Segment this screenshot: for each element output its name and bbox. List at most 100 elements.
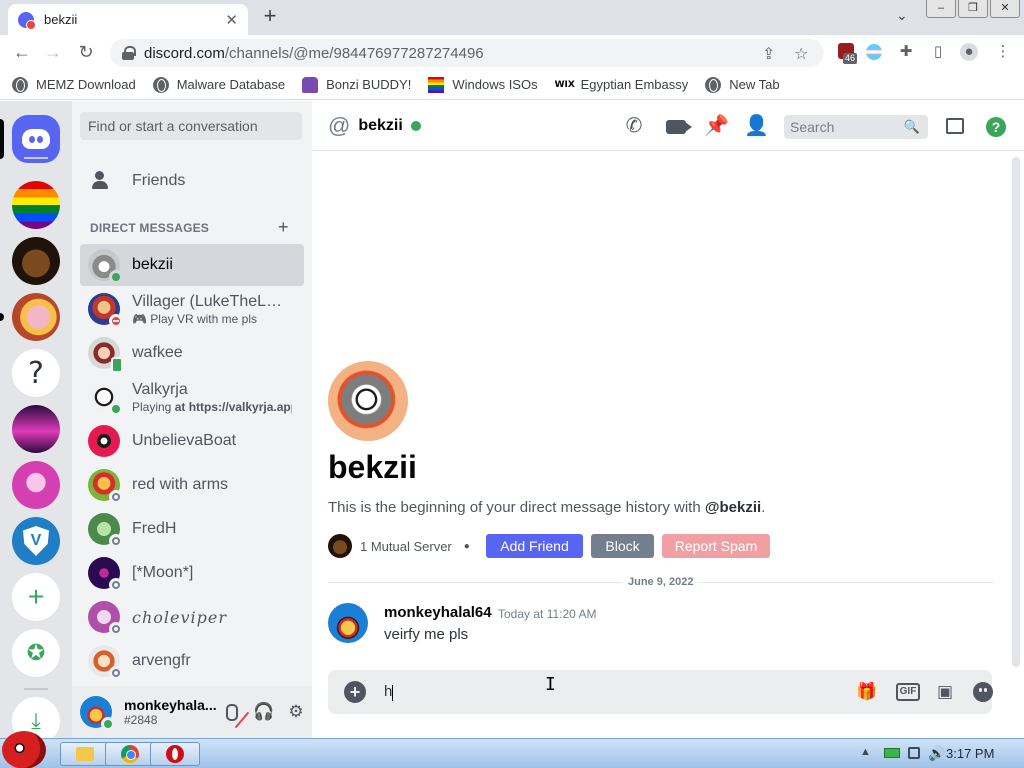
- dm-custom-status: 🎮 Play VR with me pls: [132, 312, 292, 326]
- bookmark-star-icon[interactable]: ☆: [794, 44, 808, 64]
- bookmark-bonzi[interactable]: Bonzi BUDDY!: [302, 76, 411, 93]
- network-icon[interactable]: [908, 747, 920, 759]
- friends-label: Friends: [132, 172, 186, 189]
- back-arrow-icon[interactable]: ←: [9, 39, 35, 65]
- server-neon[interactable]: [12, 405, 60, 453]
- server-rail: ? V + ✪ ⤓: [0, 101, 72, 745]
- dm-item-unbelievaboat[interactable]: UnbelievaBoat: [80, 420, 304, 462]
- dm-item-bekzii[interactable]: bekzii: [80, 244, 304, 286]
- browser-tab[interactable]: bekzii ✕: [8, 4, 248, 35]
- gamepad-icon: 🎮: [132, 311, 151, 326]
- profile-avatar-icon[interactable]: ●: [960, 43, 978, 61]
- bookmark-memz[interactable]: MEMZ Download: [12, 76, 136, 93]
- dm-name: arvengfr: [132, 652, 191, 669]
- trans-flag-extension-icon[interactable]: [866, 44, 882, 60]
- server-fnaf[interactable]: [12, 237, 60, 285]
- mute-microphone-button[interactable]: [216, 696, 248, 728]
- mutual-servers-link[interactable]: 1 Mutual Server ●: [328, 534, 482, 558]
- dm-item-arvengfr[interactable]: arvengfr: [80, 640, 304, 682]
- inbox-icon[interactable]: [946, 118, 964, 134]
- chrome-icon: [121, 745, 139, 763]
- dm-item-wafkee[interactable]: wafkee: [80, 332, 304, 374]
- side-panel-icon[interactable]: ▯: [929, 43, 947, 61]
- taskbar-opera[interactable]: [150, 742, 200, 766]
- gift-icon[interactable]: 🎁: [856, 682, 878, 702]
- block-button[interactable]: Block: [591, 534, 654, 558]
- dm-item-choleviper[interactable]: choleviper: [80, 596, 304, 638]
- taskbar-explorer[interactable]: [60, 742, 110, 766]
- lock-icon: [122, 46, 136, 60]
- server-question[interactable]: ?: [12, 349, 60, 397]
- message-author[interactable]: monkeyhalal64: [384, 604, 492, 621]
- server-pride[interactable]: [12, 181, 60, 229]
- dm-name: wafkee: [132, 344, 183, 361]
- volume-icon[interactable]: 🔊: [928, 745, 945, 762]
- dm-item-villager[interactable]: Villager (LukeTheLPS... 🎮 Play VR with me…: [80, 288, 304, 330]
- restore-button[interactable]: ❐: [958, 0, 988, 18]
- home-button[interactable]: [12, 115, 60, 163]
- start-button-angry-bird-icon[interactable]: [2, 731, 46, 768]
- dm-item-valkyrja[interactable]: Valkyrja Playing at https://valkyrja.app: [80, 376, 304, 418]
- add-friends-to-dm-icon[interactable]: 👤: [744, 114, 769, 138]
- find-conversation-button[interactable]: Find or start a conversation: [80, 112, 302, 140]
- deafen-headphones-button[interactable]: 🎧: [248, 696, 280, 728]
- upload-plus-icon[interactable]: +: [344, 681, 366, 703]
- message-author-avatar[interactable]: [328, 603, 368, 643]
- gif-button[interactable]: GIF: [896, 683, 920, 701]
- offline-status-icon: [109, 666, 123, 680]
- add-friend-button[interactable]: Add Friend: [486, 534, 583, 558]
- server-pink[interactable]: [12, 461, 60, 509]
- taskbar-chrome[interactable]: [105, 742, 155, 766]
- bookmark-windows-isos[interactable]: Windows ISOs: [428, 76, 538, 93]
- bookmark-egyptian-embassy[interactable]: WIX Egyptian Embassy: [555, 77, 689, 92]
- share-icon[interactable]: ⇪: [762, 44, 775, 64]
- avatar: [88, 557, 123, 592]
- tab-search-chevron-icon[interactable]: ⌄: [896, 7, 908, 24]
- explore-servers-compass-icon[interactable]: ✪: [12, 629, 60, 677]
- forward-arrow-icon[interactable]: →: [40, 39, 66, 65]
- chat-header-name: bekzii: [358, 116, 403, 134]
- message-input[interactable]: h: [384, 683, 824, 701]
- user-settings-button[interactable]: ⚙: [280, 696, 312, 728]
- chrome-menu-icon[interactable]: ⋮: [994, 43, 1012, 61]
- chat-scrollbar[interactable]: [1012, 157, 1020, 667]
- extensions-puzzle-icon[interactable]: ✚: [897, 43, 915, 61]
- activity-name: at https://valkyrja.app: [174, 399, 292, 414]
- address-bar[interactable]: discord.com/channels/@me/984476977287274…: [110, 39, 824, 67]
- ublock-extension-icon[interactable]: 46: [838, 43, 858, 64]
- system-clock[interactable]: 3:17 PM: [946, 746, 994, 761]
- close-tab-icon[interactable]: ✕: [225, 11, 238, 29]
- dm-name: UnbelievaBoat: [132, 432, 237, 449]
- emoji-icon[interactable]: [973, 682, 993, 702]
- new-tab-button[interactable]: +: [258, 4, 282, 28]
- server-valkyrja[interactable]: V: [12, 517, 60, 565]
- add-server-button[interactable]: +: [12, 573, 60, 621]
- window-close-button[interactable]: ✕: [990, 0, 1020, 18]
- bookmark-new-tab[interactable]: New Tab: [705, 76, 780, 93]
- dm-item-red-with-arms[interactable]: red with arms: [80, 464, 304, 506]
- create-dm-plus-icon[interactable]: +: [278, 217, 289, 238]
- rail-separator: [24, 688, 48, 690]
- search-input[interactable]: Search 🔍: [784, 115, 928, 139]
- battery-icon[interactable]: [884, 748, 900, 758]
- bookmark-label: Egyptian Embassy: [580, 77, 689, 92]
- online-status-icon: [101, 717, 115, 731]
- dm-item-fredh[interactable]: FredH: [80, 508, 304, 550]
- video-call-icon[interactable]: [666, 120, 692, 134]
- pinned-messages-icon[interactable]: 📌: [704, 114, 729, 138]
- sticker-icon[interactable]: ▣: [934, 682, 956, 702]
- reload-icon[interactable]: ↻: [73, 39, 99, 65]
- server-courage[interactable]: [12, 293, 60, 341]
- bookmark-malware-database[interactable]: Malware Database: [152, 76, 285, 93]
- message-content: veirfy me pls: [384, 626, 469, 643]
- dm-item-moon[interactable]: [*Moon*]: [80, 552, 304, 594]
- voice-call-icon[interactable]: ✆: [622, 114, 646, 138]
- minimize-button[interactable]: –: [926, 0, 956, 18]
- report-spam-button[interactable]: Report Spam: [662, 534, 770, 558]
- user-avatar[interactable]: [80, 696, 115, 731]
- bookmark-label: New Tab: [729, 77, 780, 92]
- help-icon[interactable]: ?: [986, 117, 1006, 137]
- show-hidden-icons-arrow-icon[interactable]: ▲: [860, 746, 871, 758]
- message-composer: + h: [328, 670, 992, 714]
- friends-nav-item[interactable]: Friends: [80, 163, 304, 199]
